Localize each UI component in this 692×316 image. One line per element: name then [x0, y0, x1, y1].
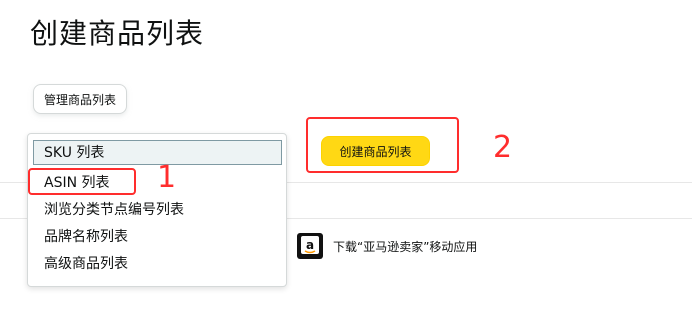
download-app-text: 下载“亚马逊卖家”移动应用 — [333, 239, 478, 254]
annotation-highlight-box — [306, 117, 459, 173]
dropdown-option-browse-node-list[interactable]: 浏览分类节点编号列表 — [44, 200, 184, 220]
dropdown-option-advanced-list[interactable]: 高级商品列表 — [44, 254, 128, 274]
download-seller-app-link[interactable]: a 下载“亚马逊卖家”移动应用 — [297, 232, 477, 260]
dropdown-option-brand-name-list[interactable]: 品牌名称列表 — [44, 227, 128, 247]
dropdown-option-label: SKU 列表 — [44, 145, 105, 161]
svg-text:a: a — [306, 238, 314, 252]
amazon-app-icon: a — [297, 233, 323, 259]
page-title: 创建商品列表 — [30, 17, 205, 50]
annotation-step-number: 2 — [493, 130, 513, 165]
manage-product-list-button[interactable]: 管理商品列表 — [33, 84, 128, 114]
annotation-step-number: 1 — [157, 160, 177, 195]
annotation-highlight-box — [28, 168, 136, 195]
create-product-list-page: 创建商品列表 管理商品列表 SKU 列表 ASIN 列表 浏览分类节点编号列表 … — [0, 0, 692, 316]
list-type-dropdown-menu: SKU 列表 ASIN 列表 浏览分类节点编号列表 品牌名称列表 高级商品列表 — [27, 133, 287, 287]
